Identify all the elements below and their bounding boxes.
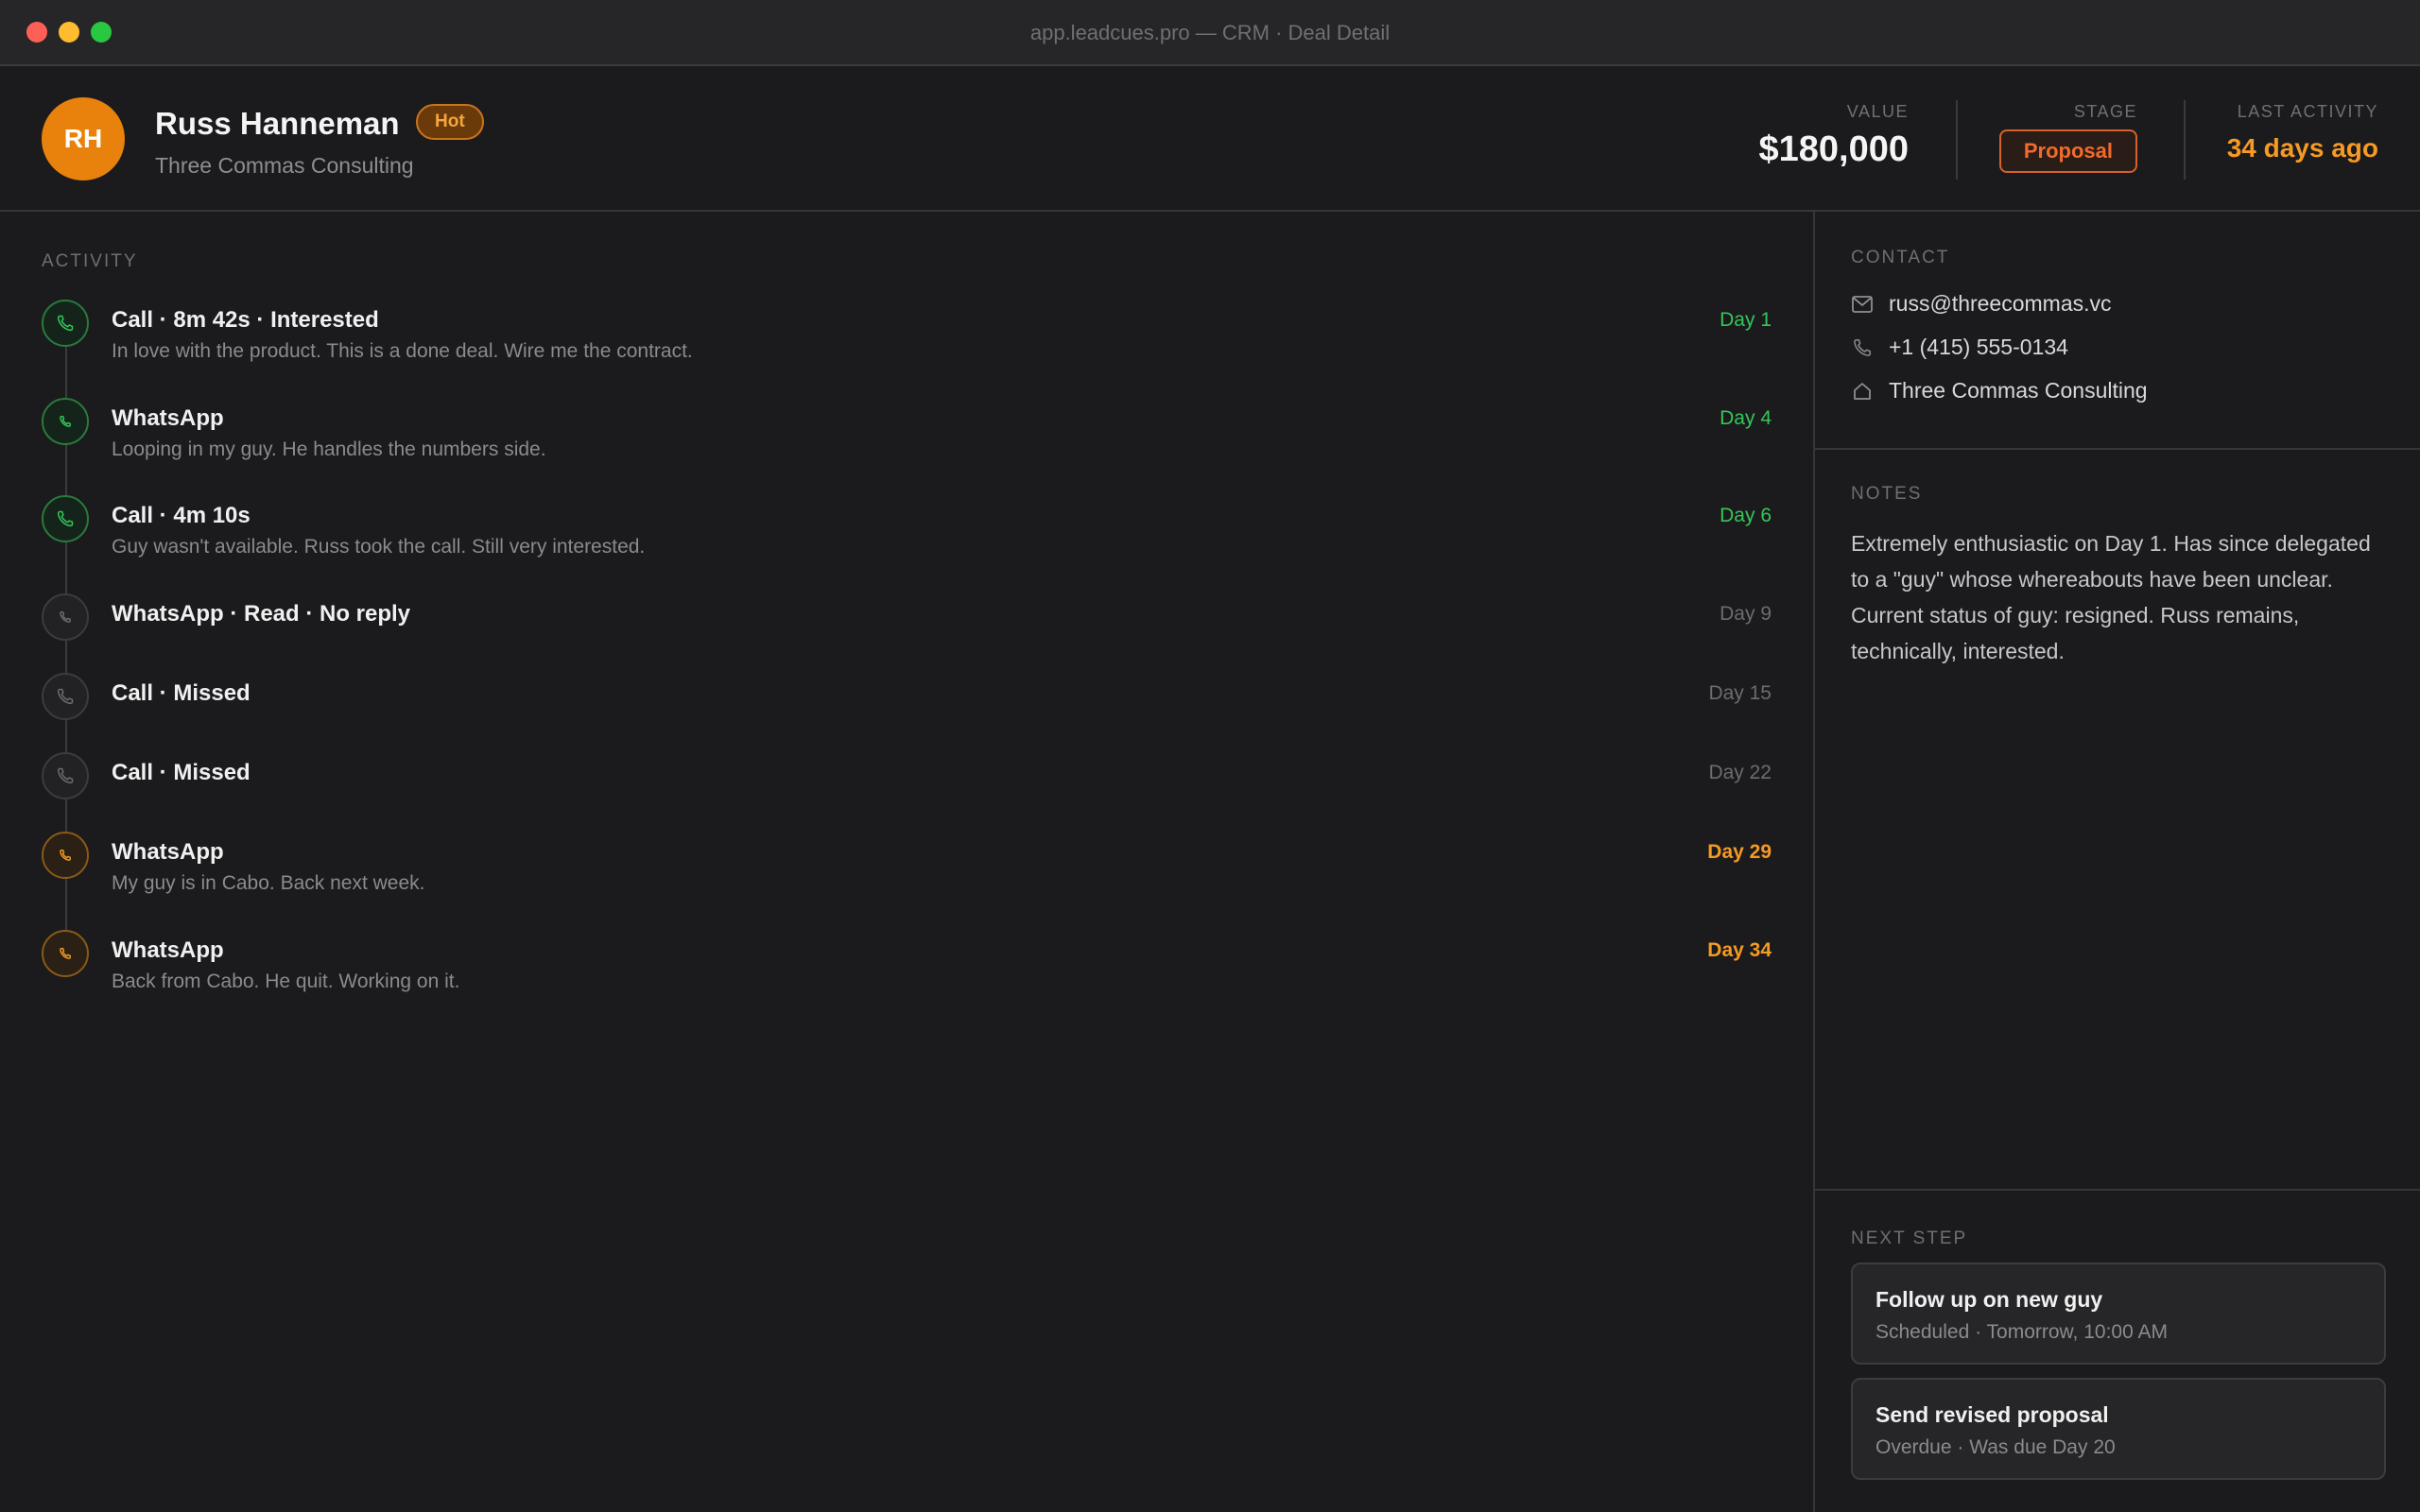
whatsapp-icon [42,832,89,879]
event-title: WhatsApp · Read · No reply [112,601,411,627]
event-day: Day 34 [1707,939,1772,961]
deal-value: VALUE $180,000 [1759,102,1910,170]
event-title: Call · 4m 10s [112,503,251,528]
event-day: Day 15 [1708,682,1772,704]
last-activity: LAST ACTIVITY 34 days ago [2227,102,2378,163]
building-icon [1851,380,1874,403]
event-title: Call · Missed [112,760,251,785]
value-amount: $180,000 [1758,129,1910,169]
contact-email-row[interactable]: russ@threecommas.vc [1851,291,2112,317]
next-step-task[interactable]: Follow up on new guy Scheduled · Tomorro… [1851,1263,2386,1365]
event-day: Day 6 [1720,505,1772,526]
event-description: In love with the product. This is a done… [112,340,693,362]
next-step-section: NEXT STEP Follow up on new guy Scheduled… [1815,1191,2420,1512]
hot-badge[interactable]: Hot [416,104,484,140]
phone-icon [42,752,89,799]
event-day: Day 1 [1720,309,1772,331]
event-title: Call · 8m 42s · Interested [112,307,379,333]
event-day: Day 9 [1720,603,1772,625]
contact-name: Russ Hanneman [155,106,400,141]
deal-sidebar: CONTACT russ@threecommas.vc +1 (415) 555… [1813,212,2420,1512]
event-day: Day 4 [1720,407,1772,429]
notes-section: NOTES Extremely enthusiastic on Day 1. H… [1815,450,2420,1191]
event-description: Looping in my guy. He handles the number… [112,438,546,460]
deal-stage: STAGE Proposal [1998,102,2137,173]
next-step-task[interactable]: Send revised proposal Overdue · Was due … [1851,1378,2386,1480]
company-name[interactable]: Three Commas Consulting [155,153,414,179]
phone-icon [42,673,89,720]
contact-section-label: CONTACT [1851,248,1950,267]
contact-company-row[interactable]: Three Commas Consulting [1851,378,2148,404]
contact-phone[interactable]: +1 (415) 555-0134 [1889,335,2068,360]
next-step-section-label: NEXT STEP [1851,1228,1968,1248]
event-description: Guy wasn't available. Russ took the call… [112,536,646,558]
phone-icon [42,300,89,347]
whatsapp-icon [42,930,89,977]
task-subtitle: Scheduled · Tomorrow, 10:00 AM [1876,1321,2168,1343]
event-title: WhatsApp [112,839,224,865]
notes-text[interactable]: Extremely enthusiastic on Day 1. Has sin… [1851,525,2394,669]
task-subtitle: Overdue · Was due Day 20 [1876,1436,2116,1458]
phone-icon [42,495,89,542]
contact-email[interactable]: russ@threecommas.vc [1889,291,2112,317]
deal-header: RH Russ Hanneman Hot Three Commas Consul… [0,66,2420,212]
event-description: My guy is in Cabo. Back next week. [112,872,425,894]
window-titlebar: app.leadcues.pro — CRM · Deal Detail [0,0,2420,66]
value-label: VALUE [1846,102,1909,121]
last-activity-value: 34 days ago [2226,133,2378,163]
notes-section-label: NOTES [1851,484,1923,504]
event-description: Back from Cabo. He quit. Working on it. [112,971,460,992]
activity-panel: ACTIVITY Call · 8m 42s · Interested In lo… [0,212,1813,1512]
last-activity-label: LAST ACTIVITY [2237,102,2378,121]
phone-icon [1851,336,1874,359]
event-day: Day 22 [1708,762,1772,783]
event-day: Day 29 [1707,841,1772,863]
whatsapp-icon [42,593,89,641]
task-title: Follow up on new guy [1876,1287,2103,1312]
avatar: RH [42,97,125,180]
header-divider [1956,100,1958,180]
contact-phone-row[interactable]: +1 (415) 555-0134 [1851,335,2068,360]
event-title: WhatsApp [112,937,224,963]
event-title: Call · Missed [112,680,251,706]
mail-icon [1851,293,1874,316]
task-title: Send revised proposal [1876,1402,2109,1427]
contact-company[interactable]: Three Commas Consulting [1889,378,2148,404]
activity-section-label: ACTIVITY [42,251,138,271]
header-divider [2184,100,2186,180]
contact-section: CONTACT russ@threecommas.vc +1 (415) 555… [1815,212,2420,450]
event-title: WhatsApp [112,405,224,431]
stage-label: STAGE [2073,102,2137,121]
whatsapp-icon [42,398,89,445]
window-title: app.leadcues.pro — CRM · Deal Detail [1029,21,1391,44]
stage-badge[interactable]: Proposal [1998,129,2137,173]
